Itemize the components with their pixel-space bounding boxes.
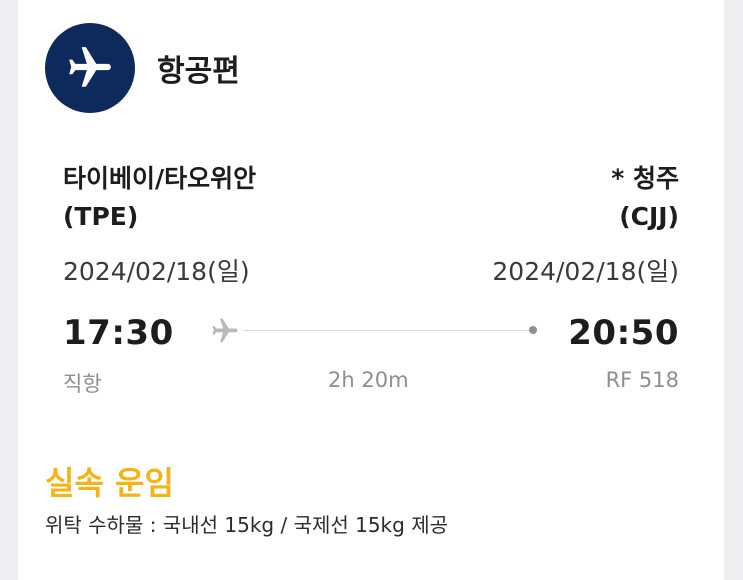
arrival-date: 2024/02/18(일) <box>492 257 679 286</box>
departure-date: 2024/02/18(일) <box>63 257 250 286</box>
section-title: 항공편 <box>157 54 240 89</box>
arrival-airport: * 청주 (CJJ) <box>611 160 679 236</box>
fare-title: 실속 운임 <box>45 464 174 502</box>
flight-header: 항공편 <box>45 23 240 113</box>
departure-airport: 타이베이/타오위안 (TPE) <box>63 160 256 236</box>
arrival-city: * 청주 <box>611 164 679 193</box>
airplane-icon <box>45 23 135 113</box>
route-line <box>243 330 533 331</box>
baggage-info: 위탁 수하물 : 국내선 15kg / 국제선 15kg 제공 <box>45 513 448 537</box>
stops-label: 직항 <box>63 372 102 396</box>
departure-code: (TPE) <box>63 202 139 231</box>
flight-number: RF 518 <box>605 368 679 392</box>
flight-duration: 2h 20m <box>328 368 409 392</box>
departure-time: 17:30 <box>63 313 174 353</box>
flight-card: 항공편 타이베이/타오위안 (TPE) * 청주 (CJJ) 2024/02/1… <box>18 0 724 580</box>
arrival-time: 20:50 <box>568 313 679 353</box>
route-airplane-icon <box>210 316 240 350</box>
arrival-code: (CJJ) <box>619 202 679 231</box>
route-destination-dot <box>529 326 537 334</box>
departure-city: 타이베이/타오위안 <box>63 164 257 193</box>
